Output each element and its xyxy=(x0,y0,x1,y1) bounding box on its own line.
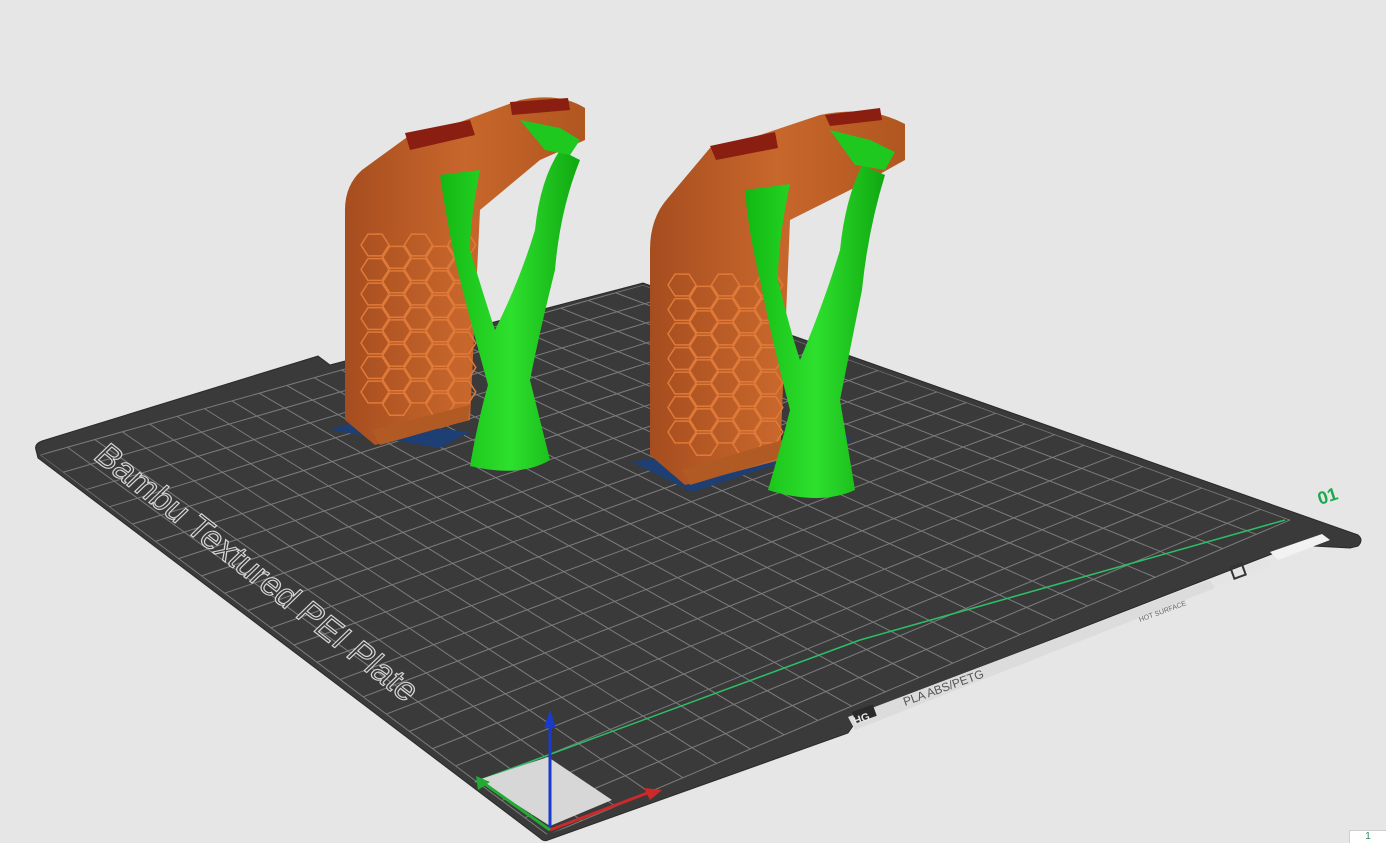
plate-number-label: 01 xyxy=(1315,484,1340,509)
viewport-index-badge: 1 xyxy=(1349,830,1386,843)
3d-viewport[interactable]: Bambu Textured PEI Plate 01 HG PLA ABS/P… xyxy=(0,0,1386,843)
